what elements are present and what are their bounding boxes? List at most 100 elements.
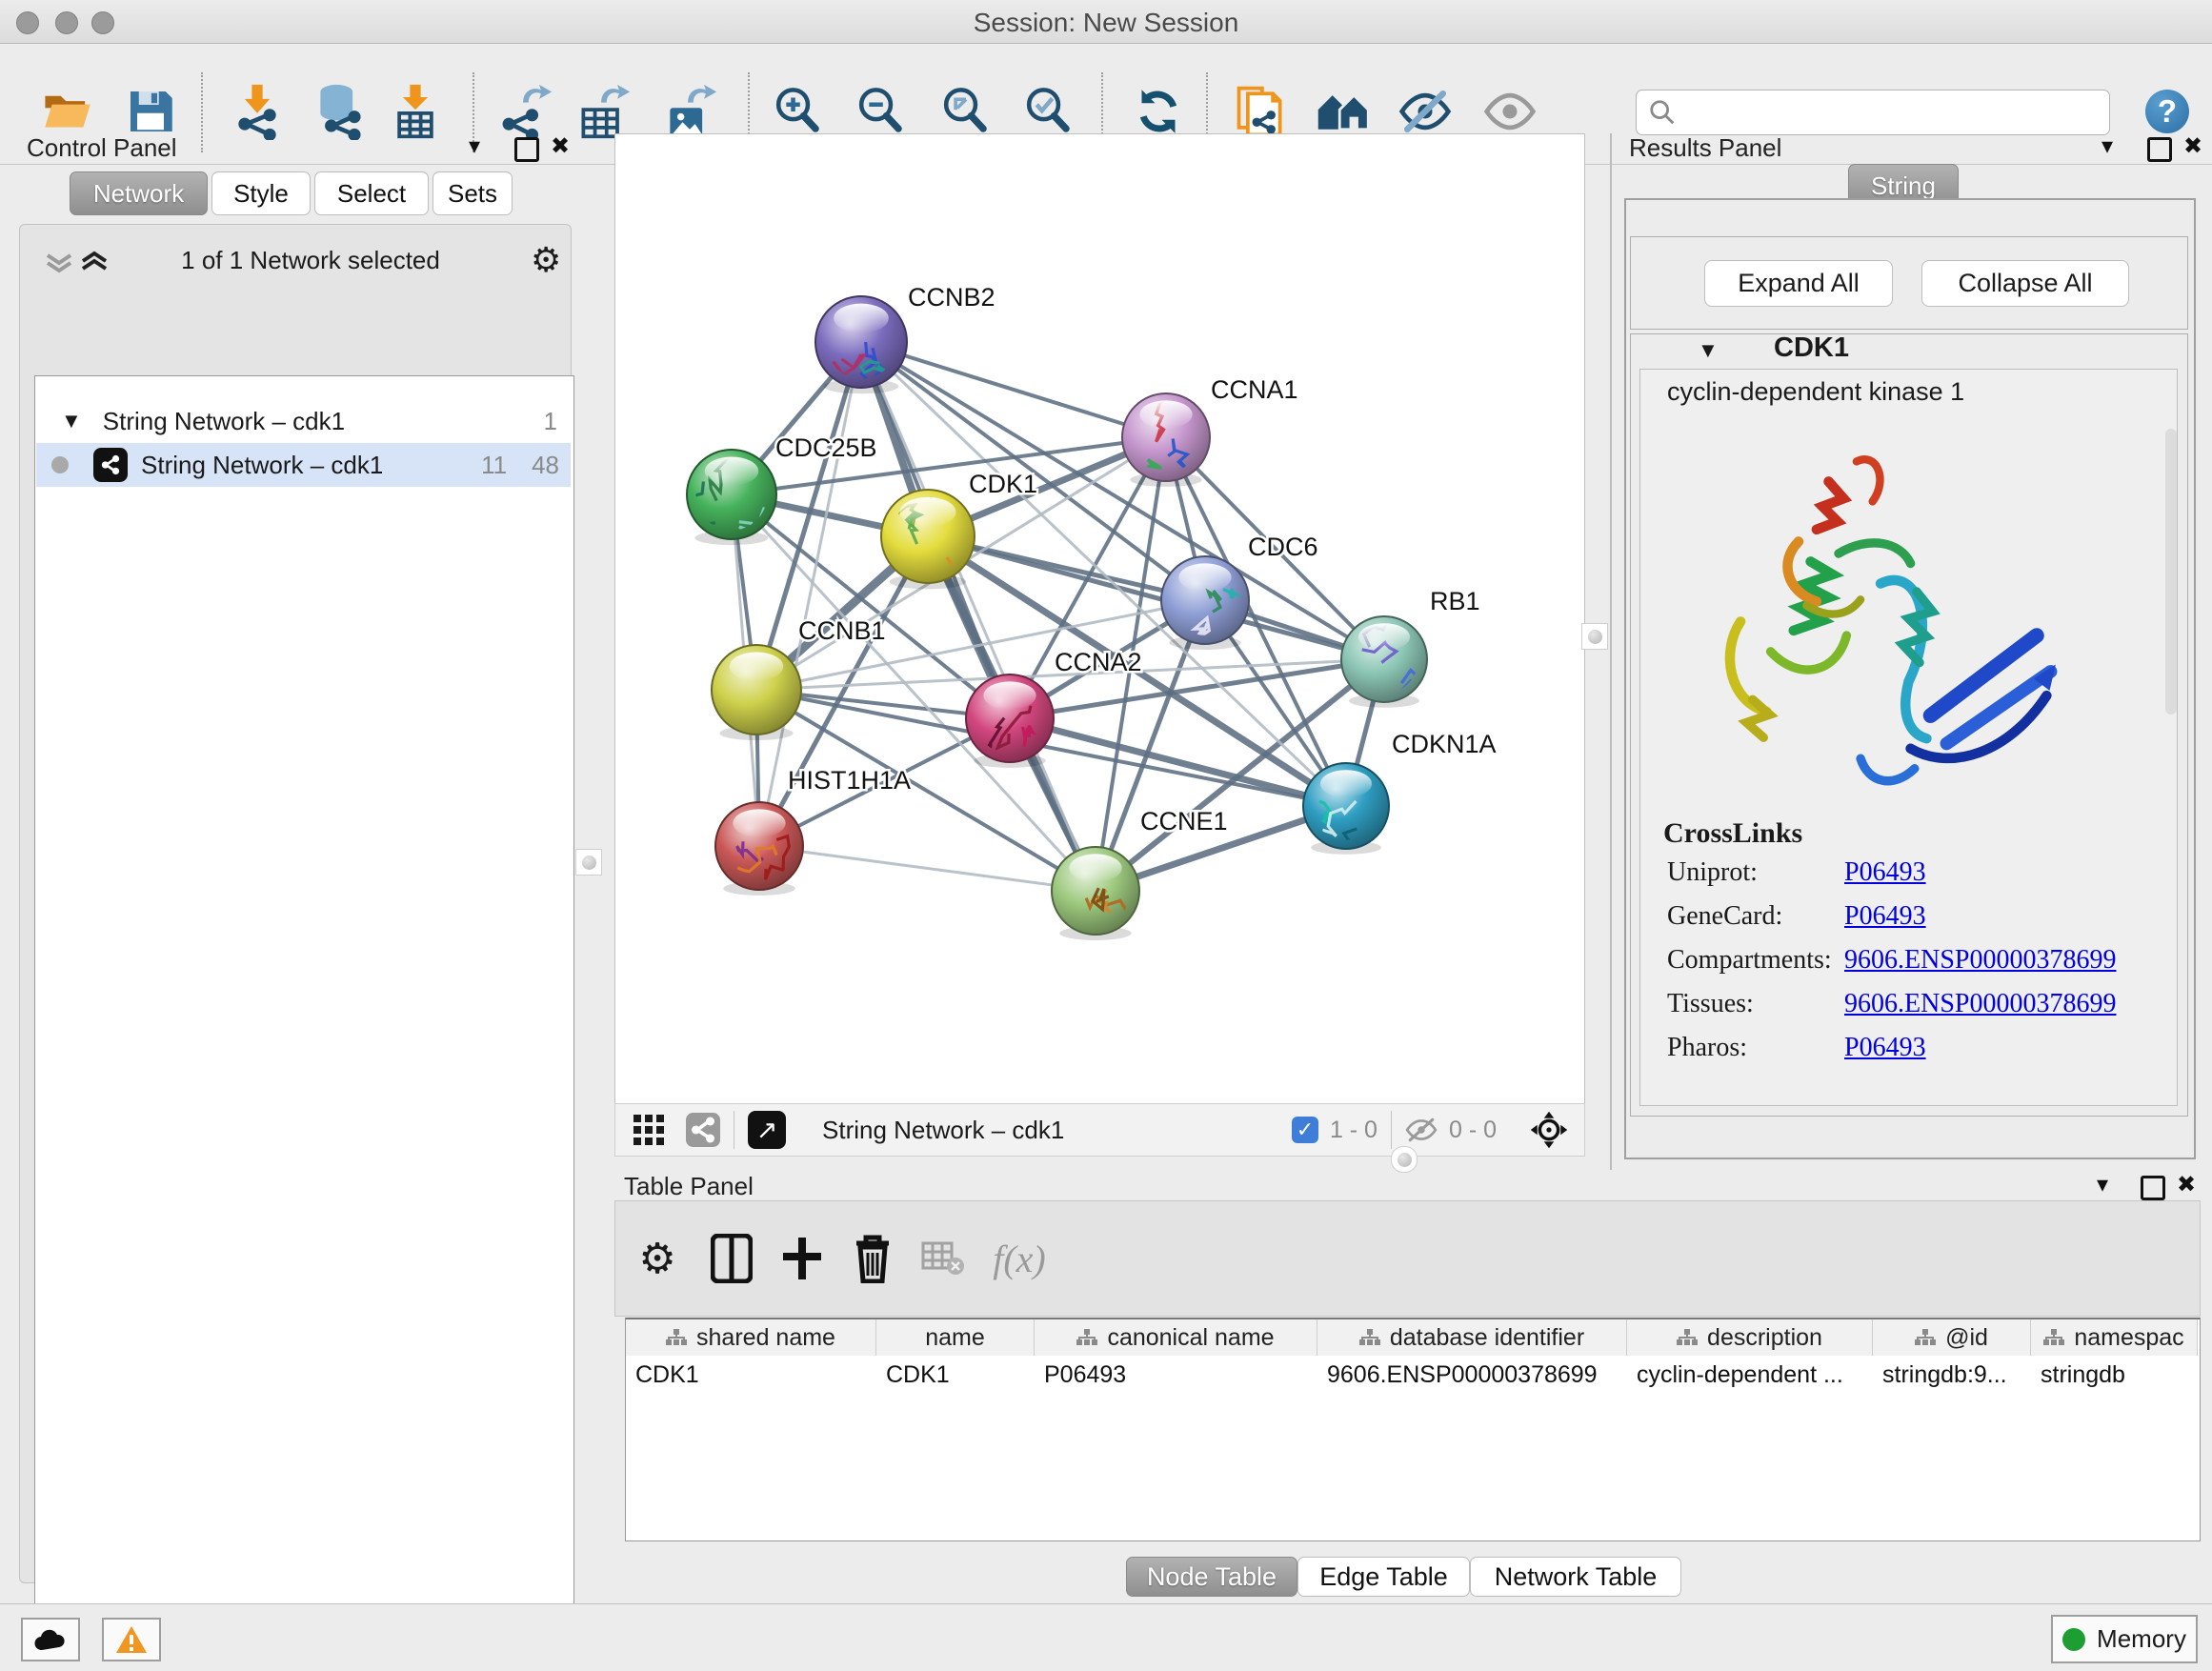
- panel-close-icon[interactable]: ✖: [551, 135, 570, 158]
- network-view-toolbar: ↗ String Network – cdk1 ✓ 1 - 0 0 - 0: [614, 1103, 1585, 1157]
- table-cell[interactable]: stringdb:9...: [1873, 1357, 2031, 1393]
- table-cell[interactable]: stringdb: [2031, 1357, 2198, 1393]
- column-header-@id[interactable]: @id: [1873, 1319, 2031, 1356]
- network-label: String Network – cdk1: [141, 451, 383, 480]
- node-label-RB1: RB1: [1430, 587, 1480, 615]
- tab-node-table[interactable]: Node Table: [1126, 1557, 1297, 1597]
- tab-select[interactable]: Select: [314, 171, 429, 215]
- column-label: canonical name: [1107, 1324, 1274, 1352]
- column-header-database-identifier[interactable]: database identifier: [1317, 1319, 1627, 1356]
- table-toolbar: ⚙ f(x): [614, 1200, 2201, 1317]
- tab-edge-table[interactable]: Edge Table: [1297, 1557, 1470, 1597]
- node-table[interactable]: shared name name canonical name database id…: [625, 1318, 2201, 1541]
- column-type-icon: [2043, 1329, 2064, 1346]
- crosslink-link[interactable]: P06493: [1844, 901, 1926, 932]
- tab-style[interactable]: Style: [211, 171, 311, 215]
- collection-caret-icon[interactable]: ▼: [61, 409, 82, 433]
- open-in-window-icon[interactable]: ↗: [748, 1111, 786, 1149]
- table-cell[interactable]: cyclin-dependent ...: [1627, 1357, 1873, 1393]
- results-panel-title: Results Panel: [1629, 133, 1781, 163]
- panel-menu-icon[interactable]: ▾: [2101, 135, 2113, 158]
- gene-details-box: cyclin-dependent kinase 1: [1639, 369, 2178, 1106]
- network-graph[interactable]: CCNB2CCNA1CDC25BCDK1CDC6RB1CCNB1CCNA2CDK…: [615, 134, 1584, 1104]
- table-cell[interactable]: CDK1: [626, 1357, 876, 1393]
- panel-float-icon[interactable]: [514, 137, 539, 167]
- tab-network-table[interactable]: Network Table: [1470, 1557, 1681, 1597]
- panel-float-icon[interactable]: [2147, 137, 2172, 167]
- collapse-all-button[interactable]: Collapse All: [1921, 260, 2129, 307]
- panel-close-icon[interactable]: ✖: [2177, 1174, 2196, 1197]
- crosslink-link[interactable]: P06493: [1844, 857, 1926, 888]
- delete-column-icon[interactable]: [842, 1228, 903, 1289]
- vertical-splitter-handle[interactable]: [575, 849, 602, 876]
- column-label: shared name: [696, 1324, 835, 1352]
- hidden-node-edge-counts: 0 - 0: [1449, 1117, 1497, 1144]
- cloud-button[interactable]: [21, 1618, 80, 1661]
- search-input[interactable]: [1677, 98, 2100, 128]
- network-node-CCNA1[interactable]: CCNA1: [1122, 375, 1298, 487]
- column-label: name: [925, 1324, 985, 1352]
- network-node-RB1[interactable]: RB1: [1341, 587, 1480, 708]
- memory-status-dot-icon: [2062, 1628, 2085, 1651]
- crosslink-link[interactable]: 9606.ENSP00000378699: [1844, 945, 2116, 976]
- network-node-CCNB1[interactable]: CCNB1: [712, 616, 886, 740]
- node-label-CCNA2: CCNA2: [1055, 648, 1142, 676]
- network-row[interactable]: String Network – cdk1 11 48: [36, 443, 571, 487]
- column-header-name[interactable]: name: [876, 1319, 1035, 1356]
- vertical-splitter-handle[interactable]: [1581, 623, 1608, 650]
- column-label: @id: [1945, 1324, 1988, 1352]
- network-collection-row[interactable]: ▼ String Network – cdk1 1: [36, 399, 571, 443]
- expand-all-button[interactable]: Expand All: [1704, 260, 1893, 307]
- current-network-dot-icon: [51, 456, 69, 473]
- node-label-CDC6: CDC6: [1248, 533, 1318, 561]
- cytoscape-window: Session: New Session: [0, 0, 2212, 1671]
- panel-menu-icon[interactable]: ▾: [469, 135, 480, 158]
- column-header-canonical-name[interactable]: canonical name: [1035, 1319, 1317, 1356]
- fit-content-crosshair-icon[interactable]: [1529, 1110, 1569, 1150]
- control-panel-title: Control Panel: [27, 133, 177, 163]
- warning-button[interactable]: [102, 1618, 161, 1661]
- panel-close-icon[interactable]: ✖: [2183, 135, 2202, 158]
- tab-network[interactable]: Network: [70, 171, 208, 215]
- network-node-CDKN1A[interactable]: CDKN1A: [1303, 730, 1497, 855]
- show-columns-icon[interactable]: [701, 1228, 762, 1289]
- table-cell[interactable]: 9606.ENSP00000378699: [1317, 1357, 1627, 1393]
- expand-all-icon[interactable]: [79, 250, 113, 274]
- selected-node-edge-counts: 1 - 0: [1330, 1117, 1377, 1144]
- crosslink-label: Uniprot:: [1667, 857, 1758, 888]
- selected-checkbox-icon[interactable]: ✓: [1292, 1117, 1318, 1143]
- grid-view-icon[interactable]: [633, 1114, 665, 1146]
- horizontal-splitter-handle[interactable]: [1391, 1146, 1418, 1173]
- column-header-description[interactable]: description: [1627, 1319, 1873, 1356]
- help-button[interactable]: ?: [2145, 90, 2189, 133]
- crosslink-link[interactable]: P06493: [1844, 1033, 1926, 1063]
- tab-sets[interactable]: Sets: [432, 171, 513, 215]
- memory-button[interactable]: Memory: [2051, 1615, 2198, 1663]
- crosslink-label: Pharos:: [1667, 1033, 1747, 1063]
- crosslink-row: Uniprot: P06493: [1640, 857, 2174, 899]
- crosslink-link[interactable]: 9606.ENSP00000378699: [1844, 989, 2116, 1019]
- entry-caret-icon[interactable]: ▼: [1698, 338, 1719, 363]
- results-scrollbar[interactable]: [2165, 429, 2177, 715]
- expand-collapse-box: Expand All Collapse All: [1630, 236, 2188, 330]
- add-column-icon[interactable]: [772, 1228, 833, 1289]
- collapse-all-icon[interactable]: [44, 252, 78, 276]
- column-header-shared-name[interactable]: shared name: [626, 1319, 876, 1356]
- network-selection-status: 1 of 1 Network selected: [125, 246, 496, 275]
- network-node-HIST1H1A[interactable]: HIST1H1A: [715, 766, 911, 896]
- network-canvas[interactable]: CCNB2CCNA1CDC25BCDK1CDC6RB1CCNB1CCNA2CDK…: [614, 133, 1585, 1105]
- table-gear-icon[interactable]: ⚙: [627, 1228, 688, 1289]
- collection-count: 1: [544, 407, 557, 436]
- table-cell[interactable]: CDK1: [876, 1357, 1035, 1393]
- function-builder-icon: f(x): [989, 1228, 1050, 1289]
- column-header-namespac[interactable]: namespac: [2031, 1319, 2198, 1356]
- panel-menu-icon[interactable]: ▾: [2097, 1174, 2108, 1197]
- hidden-eye-icon: [1405, 1117, 1438, 1143]
- search-field[interactable]: [1636, 90, 2110, 135]
- table-cell[interactable]: P06493: [1035, 1357, 1317, 1393]
- gear-icon[interactable]: ⚙: [531, 240, 561, 280]
- memory-label: Memory: [2097, 1624, 2186, 1654]
- share-view-icon[interactable]: [686, 1113, 720, 1147]
- crosslink-row: Pharos: P06493: [1640, 1033, 2174, 1075]
- column-type-icon: [1677, 1329, 1698, 1346]
